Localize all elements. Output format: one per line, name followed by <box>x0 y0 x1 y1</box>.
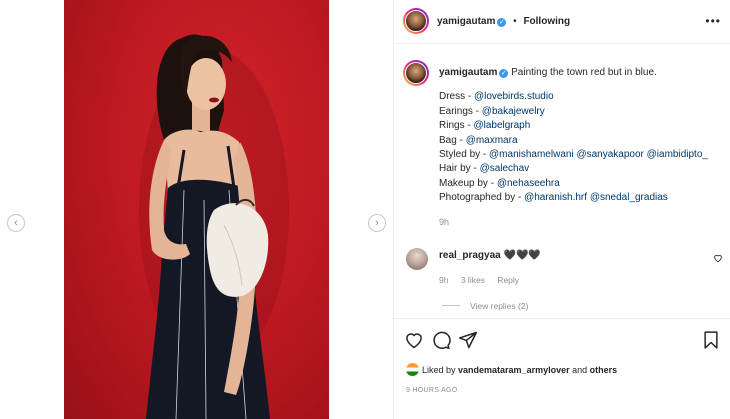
credit-line: Styled by - @manishamelwani @sanyakapoor… <box>439 148 724 162</box>
credit-label: Bag - <box>439 134 466 146</box>
heart-icon[interactable] <box>404 330 424 350</box>
reply-button[interactable]: Reply <box>497 275 519 285</box>
share-icon[interactable] <box>458 330 478 350</box>
post-timestamp[interactable]: 9 HOURS AGO <box>406 387 458 394</box>
credit-handle[interactable]: @lovebirds.studio <box>474 91 554 102</box>
post-header: yamigautam ✓ • Following ••• <box>394 0 730 44</box>
liker-username[interactable]: vandemataram_armylover <box>458 365 570 375</box>
view-replies-label[interactable]: View replies (2) <box>470 301 528 311</box>
likes-prefix: Liked by <box>422 365 459 375</box>
post-sidebar: yamigautam ✓ • Following ••• yamigautam ✓ … <box>393 0 730 419</box>
caption-author-username[interactable]: yamigautam <box>439 67 497 78</box>
likes-others-link[interactable]: others <box>590 365 618 375</box>
author-avatar[interactable] <box>403 8 429 34</box>
verified-badge-icon: ✓ <box>497 18 507 27</box>
verified-badge-icon: ✓ <box>499 69 509 78</box>
following-button[interactable]: Following <box>523 16 570 27</box>
credit-label: Hair by - <box>439 163 480 175</box>
comment-heart-icon[interactable] <box>713 253 723 266</box>
commenter-username[interactable]: real_pragyaa <box>439 250 501 261</box>
credit-label: Rings - <box>439 120 474 132</box>
more-horizontal-icon[interactable]: ••• <box>705 14 721 28</box>
credit-handle[interactable]: @maxmara <box>466 135 518 146</box>
caption-text: Painting the town red but in blue. <box>511 67 657 78</box>
credit-label: Styled by - <box>439 149 490 161</box>
replies-dash <box>442 305 460 306</box>
photo-illustration <box>139 34 289 419</box>
credit-handle[interactable]: @labelgraph <box>473 120 530 131</box>
comment-text: 🖤🖤🖤 <box>503 250 541 261</box>
previous-arrow-icon[interactable]: ‹ <box>7 214 25 232</box>
credit-handle[interactable]: @salechav <box>480 163 530 174</box>
comment-time[interactable]: 9h <box>439 275 448 285</box>
credit-label: Photographed by - <box>439 192 525 204</box>
caption-time[interactable]: 9h <box>439 217 449 227</box>
likes-summary: Liked by vandemataram_armylover and othe… <box>406 363 726 376</box>
credit-line: Hair by - @salechav <box>439 162 724 176</box>
credit-label: Dress - <box>439 91 474 103</box>
credit-handle[interactable]: @bakajewelry <box>482 106 545 117</box>
credit-line: Rings - @labelgraph <box>439 119 724 133</box>
liker-avatar[interactable] <box>406 363 419 376</box>
bookmark-icon[interactable] <box>701 330 721 350</box>
follow-separator: • <box>513 16 517 27</box>
post-media-area: ‹ › <box>0 0 393 419</box>
comment-meta: 9h 3 likes Reply <box>439 275 529 285</box>
credit-handle[interactable]: @sanyakapoor <box>576 149 643 160</box>
view-replies-button[interactable]: View replies (2) <box>442 301 528 311</box>
comment-icon[interactable] <box>431 330 451 350</box>
likes-middle: and <box>569 365 590 375</box>
credit-handle[interactable]: @nehaseehra <box>497 178 560 189</box>
credit-label: Makeup by - <box>439 177 497 189</box>
author-username[interactable]: yamigautam <box>437 16 495 27</box>
credit-handle[interactable]: @haranish.hrf <box>524 192 587 203</box>
credit-handle[interactable]: @manishamelwani <box>489 149 574 160</box>
commenter-avatar[interactable] <box>406 248 428 270</box>
credit-handle[interactable]: @iambidipto_ <box>647 149 708 160</box>
credit-line: Bag - @maxmara <box>439 134 724 148</box>
credit-label: Earings - <box>439 105 482 117</box>
caption-first-line: yamigautam ✓ Painting the town red but in… <box>439 66 724 80</box>
caption-credits: Dress - @lovebirds.studio Earings - @bak… <box>439 90 724 205</box>
credit-line: Makeup by - @nehaseehra <box>439 177 724 191</box>
caption-author-avatar[interactable] <box>403 60 429 86</box>
credit-handle[interactable]: @snedal_gradias <box>590 192 668 203</box>
author-line: yamigautam ✓ • Following <box>437 16 570 27</box>
post-photo[interactable] <box>64 0 329 419</box>
comment-line: real_pragyaa 🖤🖤🖤 <box>439 250 541 261</box>
credit-line: Photographed by - @haranish.hrf @snedal_… <box>439 191 724 205</box>
comment-likes[interactable]: 3 likes <box>461 275 485 285</box>
next-arrow-icon[interactable]: › <box>368 214 386 232</box>
credit-line: Earings - @bakajewelry <box>439 105 724 119</box>
credit-line: Dress - @lovebirds.studio <box>439 90 724 104</box>
action-bar <box>394 318 730 360</box>
caption-body: yamigautam ✓ Painting the town red but in… <box>439 66 724 206</box>
